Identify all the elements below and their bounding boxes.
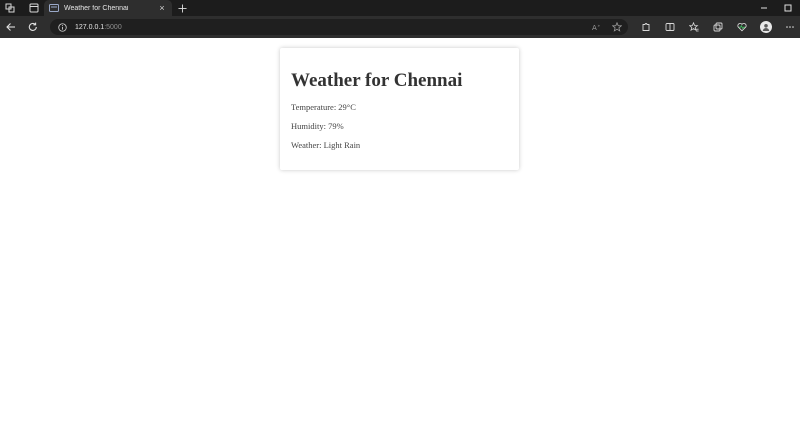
collections-icon[interactable]: [706, 16, 730, 38]
maximize-icon[interactable]: [776, 0, 800, 16]
avatar: [760, 21, 772, 33]
svg-text:A: A: [592, 24, 597, 32]
page-favicon-icon: [49, 4, 59, 12]
puzzle-icon[interactable]: [634, 16, 658, 38]
read-aloud-icon[interactable]: A»: [592, 22, 602, 32]
heart-pulse-icon[interactable]: [730, 16, 754, 38]
humidity-text: Humidity: 79%: [291, 121, 344, 131]
window-controls: [752, 0, 800, 16]
browser-toolbar: 127.0.0.1:5000 A»: [0, 16, 800, 38]
weather-text: Weather: Light Rain: [291, 140, 361, 150]
tab-weather[interactable]: Weather for Chennai ×: [44, 0, 172, 16]
page-title: Weather for Chennai: [291, 70, 463, 91]
workspaces-icon[interactable]: [0, 0, 20, 16]
weather-card: Weather for Chennai Temperature: 29°C Hu…: [280, 48, 519, 170]
star-icon[interactable]: [612, 22, 622, 32]
svg-text:»: »: [598, 23, 601, 28]
url-host: 127.0.0.1: [75, 23, 105, 31]
favorites-icon[interactable]: [682, 16, 706, 38]
page-viewport: Weather for Chennai Temperature: 29°C Hu…: [0, 38, 800, 434]
new-tab-icon[interactable]: [176, 2, 188, 14]
address-bar-actions: A»: [592, 19, 622, 35]
split-screen-icon[interactable]: [658, 16, 682, 38]
url-text: 127.0.0.1:5000: [75, 24, 122, 31]
more-icon[interactable]: [778, 16, 800, 38]
url-port: :5000: [104, 23, 122, 31]
minimize-icon[interactable]: [752, 0, 776, 16]
tab-actions-icon[interactable]: [24, 0, 44, 16]
address-bar[interactable]: 127.0.0.1:5000 A»: [50, 19, 628, 35]
tab-title: Weather for Chennai: [64, 4, 129, 12]
close-tab-icon[interactable]: ×: [157, 3, 167, 13]
info-icon[interactable]: [57, 22, 67, 32]
toolbar-icons: [634, 16, 800, 38]
temperature-text: Temperature: 29°C: [291, 102, 356, 112]
back-arrow-icon[interactable]: [0, 16, 22, 38]
profile-icon[interactable]: [754, 16, 778, 38]
title-bar: Weather for Chennai ×: [0, 0, 800, 16]
refresh-icon[interactable]: [22, 16, 44, 38]
